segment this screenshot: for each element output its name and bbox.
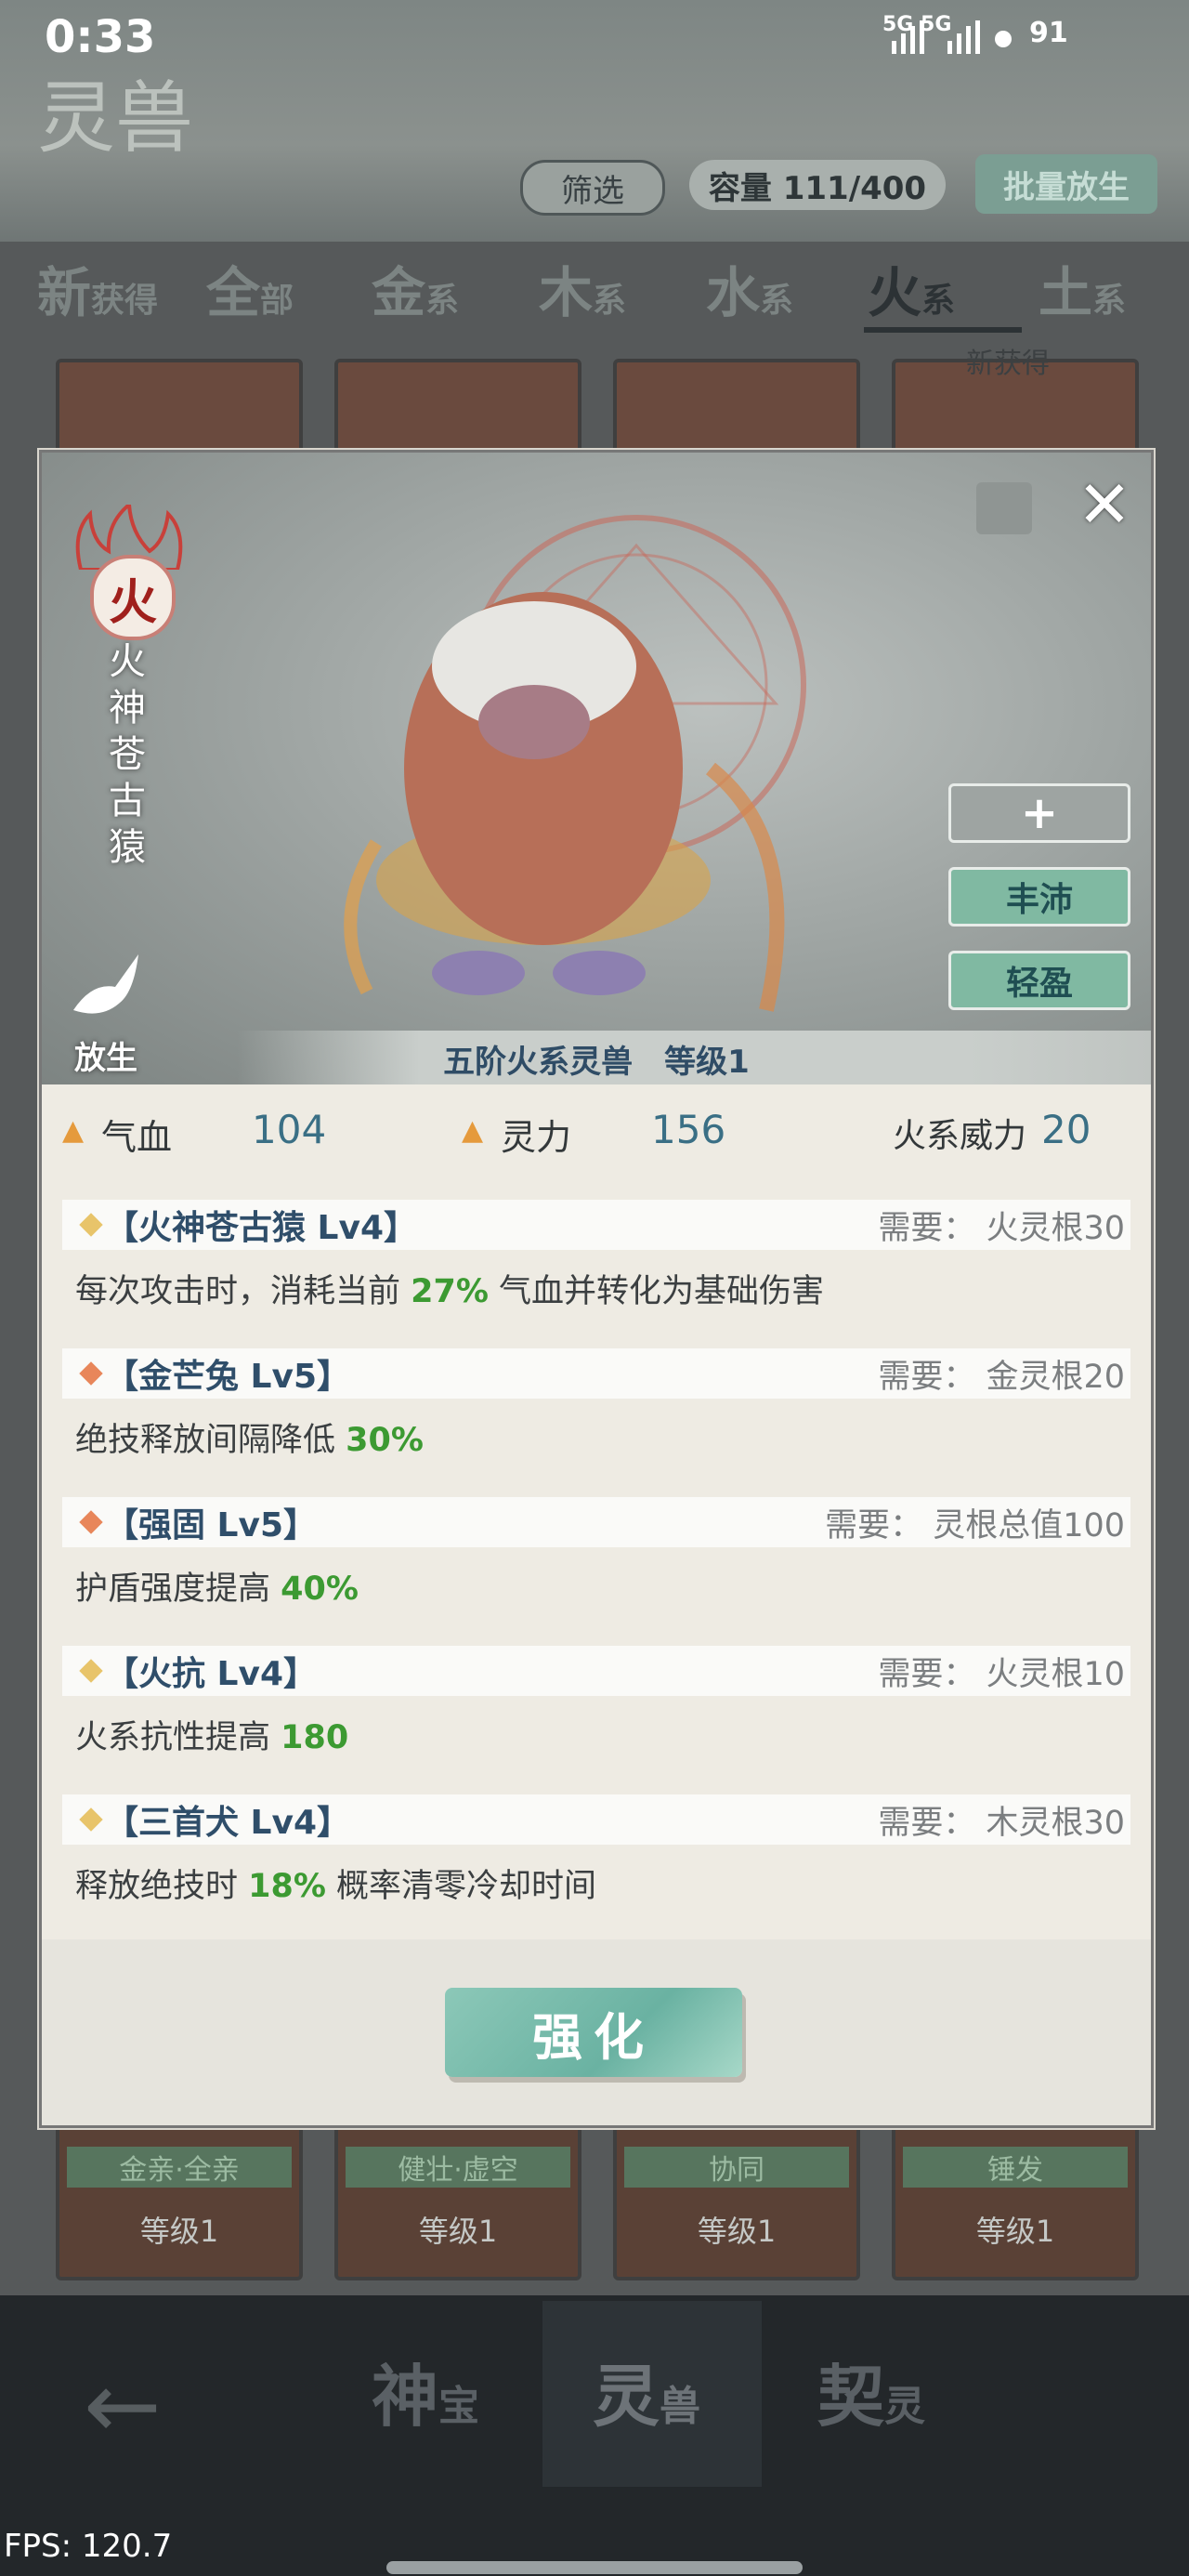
skill-description: 绝技释放间隔降低 30% [75, 1422, 424, 1459]
card-level: 等级1 [418, 2214, 498, 2249]
diamond-icon [79, 1510, 103, 1534]
fps-counter: FPS: 120.7 [4, 2528, 173, 2565]
tab-fire[interactable]: 火系 [868, 249, 955, 327]
card-trait: 协同 [624, 2147, 849, 2188]
skill-requirement: 需要： 金灵根20 [878, 1358, 1125, 1396]
upgrade-button[interactable]: 强化 [445, 1988, 742, 2077]
beast-card[interactable]: 协同 等级1 [613, 2124, 860, 2280]
skill-entry: 【强固 Lv5】 需要： 灵根总值100 护盾强度提高 40% [62, 1497, 1130, 1610]
close-icon[interactable]: ✕ [1075, 472, 1134, 537]
page-logo: 灵兽 [37, 72, 194, 164]
add-trait-button[interactable]: + [948, 783, 1130, 843]
home-indicator[interactable] [386, 2561, 803, 2574]
skill-description: 火系抗性提高 180 [75, 1719, 349, 1756]
triangle-icon: ▲ [62, 1114, 85, 1147]
nav-tab-treasure[interactable]: 神宝 [372, 2342, 479, 2439]
active-tab-indicator [864, 327, 1022, 333]
back-arrow-icon[interactable]: ← [84, 2351, 162, 2460]
skill-title: 【强固 Lv5】 [105, 1506, 317, 1544]
skill-title: 【火神苍古猿 Lv4】 [105, 1209, 417, 1247]
hp-label: 气血 [101, 1117, 173, 1158]
nav-tab-contract[interactable]: 契灵 [817, 2342, 925, 2439]
beast-portrait [344, 515, 806, 1012]
card-level: 等级1 [139, 2214, 219, 2249]
skill-description: 护盾强度提高 40% [75, 1571, 359, 1608]
diamond-icon [79, 1807, 103, 1832]
fire-power-label: 火系威力 [893, 1117, 1027, 1155]
tab-water[interactable]: 水系 [706, 249, 793, 327]
tab-all[interactable]: 全部 [206, 249, 294, 327]
diamond-icon [79, 1213, 103, 1237]
triangle-icon: ▲ [462, 1114, 484, 1147]
skill-description: 释放绝技时 18% 概率清零冷却时间 [75, 1868, 597, 1905]
beast-detail-dialog: 火 火神苍古猿 放生 ✕ + 丰沛 轻盈 五阶火系灵兽 等级1 ▲ 气血 104… [39, 450, 1154, 2128]
battery-level: 91 [1029, 17, 1068, 49]
skill-requirement: 需要： 灵根总值100 [825, 1506, 1125, 1544]
skill-title: 【火抗 Lv4】 [105, 1655, 317, 1693]
skill-entry: 【三首犬 Lv4】 需要： 木灵根30 释放绝技时 18% 概率清零冷却时间 [62, 1794, 1130, 1907]
spirit-label: 灵力 [501, 1117, 572, 1158]
tab-wood[interactable]: 木系 [539, 249, 626, 327]
diamond-icon [79, 1361, 103, 1386]
stats-row: ▲ 气血 104 ▲ 灵力 156 火系威力 20 [42, 1103, 1151, 1159]
card-trait: 健壮·虚空 [346, 2147, 570, 2188]
skill-entry: 【火神苍古猿 Lv4】 需要： 火灵根30 每次攻击时，消耗当前 27% 气血并… [62, 1200, 1130, 1312]
diamond-icon [79, 1659, 103, 1683]
beast-rank-level: 五阶火系灵兽 等级1 [443, 1044, 750, 1081]
beast-portrait-area: 火 火神苍古猿 放生 ✕ + 丰沛 轻盈 五阶火系灵兽 等级1 [42, 453, 1151, 1084]
skill-requirement: 需要： 木灵根30 [878, 1804, 1125, 1842]
tab-new[interactable]: 新获得 [37, 249, 158, 327]
skill-entry: 【火抗 Lv4】 需要： 火灵根10 火系抗性提高 180 [62, 1646, 1130, 1758]
save-icon[interactable] [976, 482, 1032, 534]
beast-card[interactable] [334, 359, 581, 459]
hp-value: 104 [252, 1107, 327, 1152]
new-badge: 新获得 [966, 348, 1050, 380]
beast-card[interactable]: 金亲·全亲 等级1 [56, 2124, 303, 2280]
beast-card[interactable] [56, 359, 303, 459]
skill-title: 【金芒兔 Lv5】 [105, 1358, 350, 1396]
spirit-value: 156 [651, 1107, 726, 1152]
beast-card[interactable]: 锤发 等级1 [892, 2124, 1139, 2280]
fire-power-value: 20 [1041, 1107, 1091, 1152]
bulk-release-button[interactable]: 批量放生 [975, 154, 1157, 214]
capacity-display: 容量 111/400 [689, 160, 946, 210]
card-level: 等级1 [975, 2214, 1055, 2249]
card-trait: 金亲·全亲 [67, 2147, 292, 2188]
skill-requirement: 需要： 火灵根30 [878, 1209, 1125, 1247]
skill-requirement: 需要： 火灵根10 [878, 1655, 1125, 1693]
skill-title: 【三首犬 Lv4】 [105, 1804, 350, 1842]
beast-name: 火神苍古猿 [109, 640, 146, 869]
nav-tab-beast[interactable]: 灵兽 [593, 2342, 700, 2439]
card-trait: 锤发 [903, 2147, 1128, 2188]
beast-card[interactable]: 健壮·虚空 等级1 [334, 2124, 581, 2280]
filter-button[interactable]: 筛选 [520, 160, 665, 216]
trait-button-abundant[interactable]: 丰沛 [948, 867, 1130, 927]
beast-card[interactable] [613, 359, 860, 459]
card-level: 等级1 [697, 2214, 777, 2249]
tab-metal[interactable]: 金系 [372, 249, 459, 327]
tab-earth[interactable]: 土系 [1039, 249, 1126, 327]
trait-button-light[interactable]: 轻盈 [948, 951, 1130, 1010]
skill-description: 每次攻击时，消耗当前 27% 气血并转化为基础伤害 [75, 1273, 825, 1310]
element-badge: 火 [90, 555, 176, 640]
dove-icon [73, 954, 138, 1014]
skill-entry: 【金芒兔 Lv5】 需要： 金灵根20 绝技释放间隔降低 30% [62, 1348, 1130, 1461]
signal-icon [892, 20, 1012, 54]
